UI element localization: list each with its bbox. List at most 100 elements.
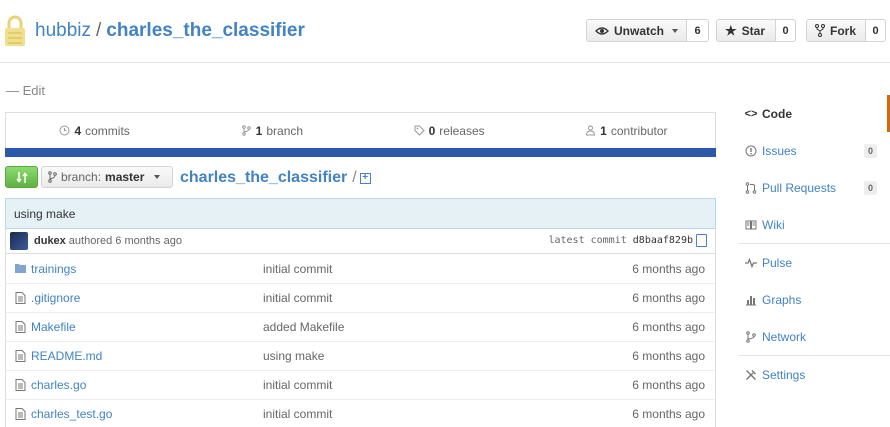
file-age: 6 months ago (632, 349, 705, 363)
repo-title-separator: / (96, 20, 102, 41)
star-group: ★ Star 0 (716, 19, 796, 42)
file-commit-message[interactable]: added Makefile (263, 320, 344, 334)
compare-button[interactable] (5, 166, 38, 188)
watch-group: Unwatch 6 (586, 19, 710, 42)
branch-prefix: branch: (61, 170, 102, 184)
file-commit-message[interactable]: initial commit (263, 291, 332, 305)
branch-icon (48, 171, 57, 183)
sidebar-item-wiki[interactable]: Wiki (734, 206, 890, 243)
commit-message[interactable]: using make (5, 198, 716, 228)
commits-summary[interactable]: 4 commits (6, 124, 183, 138)
file-commit-message[interactable]: initial commit (263, 262, 332, 276)
watchers-count[interactable]: 6 (687, 19, 710, 42)
repo-title: hubbiz / charles_the_classifier (35, 20, 305, 42)
branch-icon (241, 125, 251, 136)
file-text-icon (15, 408, 26, 420)
file-name-link[interactable]: README.md (31, 349, 102, 363)
stars-count[interactable]: 0 (776, 19, 796, 42)
code-icon: <> (744, 107, 758, 120)
breadcrumb-repo-link[interactable]: charles_the_classifier (180, 169, 347, 187)
sidebar-item-issues[interactable]: Issues 0 (734, 132, 890, 169)
branches-count: 1 (255, 123, 263, 138)
folder-icon (15, 264, 26, 273)
fork-icon (815, 24, 825, 37)
sidebar-item-network[interactable]: Network (734, 318, 890, 355)
file-text-icon (15, 350, 26, 362)
organization-icon (586, 125, 596, 136)
latest-commit-label: latest commit (548, 235, 627, 246)
releases-summary[interactable]: 0 releases (361, 124, 538, 138)
star-button[interactable]: ★ Star (716, 19, 776, 42)
network-icon (746, 330, 756, 343)
repo-header: hubbiz / charles_the_classifier Unwatch 6 … (0, 0, 890, 63)
history-icon (59, 125, 70, 136)
forks-count[interactable]: 0 (866, 19, 886, 42)
repo-nav-sidebar: <> Code Issues 0 Pull Requests 0 Wiki Pu… (734, 95, 890, 393)
repo-summary: 4 commits 1 branch 0 releases 1 contribu… (5, 112, 716, 157)
commit-author-link[interactable]: dukex (34, 235, 66, 247)
file-text-icon (15, 379, 26, 391)
fork-label: Fork (830, 23, 857, 38)
file-name-link[interactable]: .gitignore (31, 291, 80, 305)
branches-summary[interactable]: 1 branch (183, 124, 360, 138)
table-row[interactable]: trainings initial commit 6 months ago (6, 254, 715, 283)
clipboard-icon[interactable] (696, 234, 707, 247)
tools-icon (746, 369, 756, 380)
table-row[interactable]: charles.go initial commit 6 months ago (6, 370, 715, 399)
sidebar-item-pull-requests[interactable]: Pull Requests 0 (734, 169, 890, 206)
add-file-icon[interactable]: + (359, 172, 371, 184)
file-name-link[interactable]: charles.go (31, 378, 86, 392)
table-row[interactable]: Makefile added Makefile 6 months ago (6, 312, 715, 341)
repo-name-link[interactable]: charles_the_classifier (106, 20, 305, 41)
chevron-down-icon (154, 175, 161, 179)
tag-icon (414, 125, 425, 136)
file-commit-message[interactable]: initial commit (263, 407, 332, 421)
avatar[interactable] (10, 232, 28, 250)
language-color-bar[interactable] (5, 148, 716, 157)
file-age: 6 months ago (632, 261, 705, 276)
commits-label: commits (85, 123, 130, 138)
pull-request-icon (745, 181, 757, 194)
releases-label: releases (439, 123, 485, 138)
table-row[interactable]: charles_test.go initial commit 6 months … (6, 399, 715, 427)
sidebar-item-label: Code (762, 106, 792, 121)
sidebar-item-label: Pull Requests (762, 180, 837, 195)
file-name-link[interactable]: charles_test.go (31, 407, 112, 421)
file-age: 6 months ago (632, 320, 705, 334)
repo-owner-link[interactable]: hubbiz (35, 20, 91, 41)
file-name-link[interactable]: trainings (31, 262, 76, 276)
star-label: Star (741, 23, 765, 38)
file-commit-message[interactable]: initial commit (263, 378, 332, 392)
sidebar-item-code[interactable]: <> Code (734, 95, 890, 132)
sidebar-item-label: Wiki (762, 217, 785, 232)
file-name-link[interactable]: Makefile (31, 320, 76, 334)
contributors-count: 1 (600, 123, 607, 138)
issues-count-badge: 0 (863, 143, 877, 158)
sidebar-item-graphs[interactable]: Graphs (734, 281, 890, 318)
issue-icon (745, 145, 757, 156)
graph-icon (746, 295, 756, 305)
sidebar-item-label: Network (762, 329, 807, 344)
table-row[interactable]: .gitignore initial commit 6 months ago (6, 283, 715, 312)
star-icon: ★ (725, 22, 737, 38)
chevron-down-icon (672, 28, 679, 33)
fork-group: Fork 0 (806, 19, 886, 42)
unwatch-button[interactable]: Unwatch (586, 19, 688, 42)
compare-icon (15, 171, 28, 183)
sidebar-item-settings[interactable]: Settings (734, 356, 890, 393)
book-icon (745, 220, 757, 229)
unwatch-label: Unwatch (614, 23, 665, 38)
commit-meta: dukex authored 6 months ago latest commi… (5, 228, 716, 254)
file-commit-message[interactable]: using make (263, 349, 324, 363)
latest-commit: latest commit d8baaf829b (548, 235, 693, 246)
table-row[interactable]: README.md using make 6 months ago (6, 341, 715, 370)
commit-authored-time: authored 6 months ago (68, 235, 182, 247)
fork-button[interactable]: Fork (806, 19, 866, 42)
edit-description-link[interactable]: — Edit (6, 83, 45, 98)
commit-sha-link[interactable]: d8baaf829b (633, 235, 693, 246)
sidebar-item-pulse[interactable]: Pulse (734, 244, 890, 281)
eye-icon (595, 26, 609, 35)
contributors-summary[interactable]: 1 contributor (538, 124, 715, 138)
file-age: 6 months ago (632, 378, 705, 392)
branch-selector[interactable]: branch: master (41, 166, 173, 188)
